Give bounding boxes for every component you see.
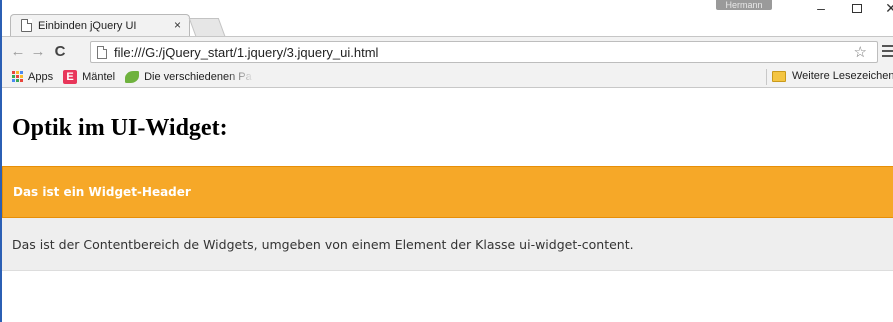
e-brand-icon: E bbox=[63, 69, 78, 84]
folder-icon bbox=[772, 70, 786, 82]
address-url[interactable]: file:///G:/jQuery_start/1.jquery/3.jquer… bbox=[114, 45, 378, 60]
widget-content-text: Das ist der Contentbereich de Widgets, u… bbox=[12, 236, 634, 252]
other-bookmarks-label: Weitere Lesezeichen bbox=[792, 70, 893, 82]
close-window-button[interactable]: ✕ bbox=[868, 0, 893, 20]
bookmark-maentel[interactable]: E Mäntel bbox=[63, 69, 116, 84]
page-content: Optik im UI-Widget: Das ist ein Widget-H… bbox=[2, 89, 893, 322]
maximize-icon bbox=[852, 4, 862, 13]
browser-tab[interactable]: Einbinden jQuery UI × bbox=[10, 14, 190, 36]
widget-content: Das ist der Contentbereich de Widgets, u… bbox=[2, 218, 893, 271]
other-bookmarks-folder[interactable]: Weitere Lesezeichen bbox=[772, 70, 893, 82]
tab-close-button[interactable]: × bbox=[174, 18, 181, 32]
bookmark-label: Die verschiedenen Pa bbox=[144, 70, 254, 85]
bookmark-label: Apps bbox=[28, 70, 54, 83]
leaf-icon bbox=[125, 70, 140, 83]
browser-window: Einbinden jQuery UI × Hermann – ✕ ← → C … bbox=[0, 0, 893, 322]
bookmark-die-verschiedenen[interactable]: Die verschiedenen Pa bbox=[125, 70, 254, 85]
menu-button[interactable] bbox=[882, 45, 893, 60]
address-bar[interactable]: file:///G:/jQuery_start/1.jquery/3.jquer… bbox=[90, 41, 878, 63]
forward-button[interactable]: → bbox=[28, 42, 48, 62]
bookmarks-separator bbox=[766, 69, 767, 85]
page-title: Optik im UI-Widget: bbox=[12, 115, 228, 141]
tab-strip: Einbinden jQuery UI × Hermann – ✕ bbox=[2, 0, 893, 36]
back-button[interactable]: ← bbox=[8, 42, 28, 62]
new-tab-button[interactable] bbox=[188, 18, 226, 36]
file-icon bbox=[97, 45, 107, 59]
tab-title: Einbinden jQuery UI bbox=[38, 19, 137, 32]
bookmarks-bar: Apps E Mäntel Die verschiedenen Pa Weite… bbox=[2, 66, 893, 88]
bookmark-apps[interactable]: Apps bbox=[12, 71, 53, 83]
reload-button[interactable]: C bbox=[50, 42, 70, 62]
bookmark-star-icon[interactable]: ☆ bbox=[854, 43, 867, 61]
browser-toolbar: ← → C file:///G:/jQuery_start/1.jquery/3… bbox=[2, 36, 893, 66]
apps-grid-icon bbox=[12, 71, 23, 82]
widget-header-text: Das ist ein Widget-Header bbox=[13, 185, 191, 199]
bookmark-label: Mäntel bbox=[82, 70, 116, 83]
page-icon bbox=[21, 19, 32, 32]
profile-badge[interactable]: Hermann bbox=[716, 0, 772, 10]
widget-header: Das ist ein Widget-Header bbox=[2, 166, 893, 218]
